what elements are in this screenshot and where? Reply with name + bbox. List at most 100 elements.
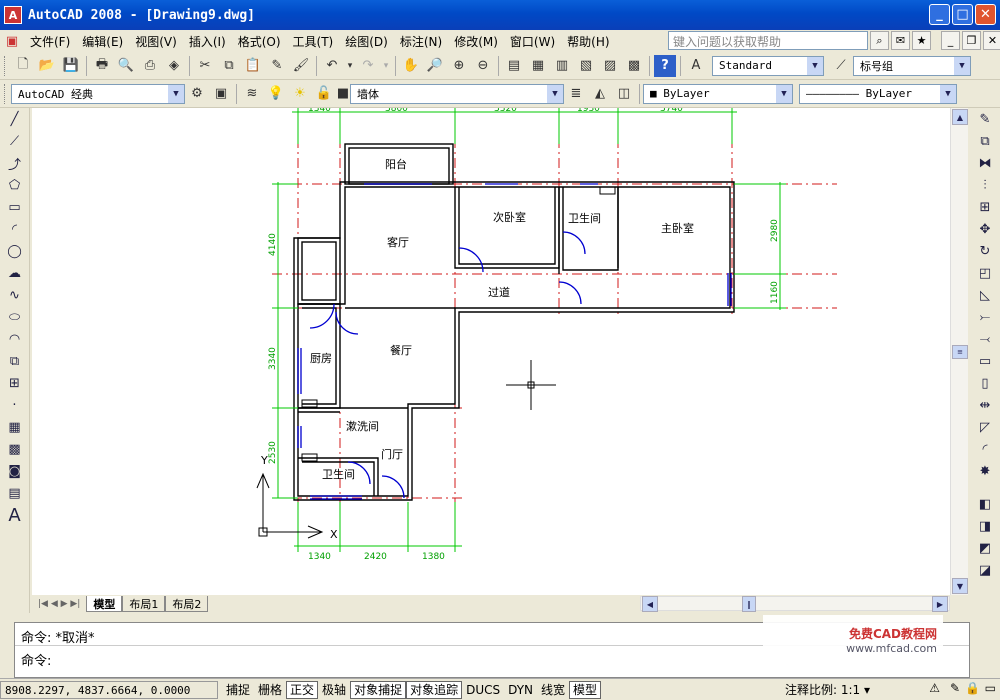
text-style-icon[interactable]: A [685, 55, 707, 77]
table-icon[interactable]: ▤ [4, 483, 26, 503]
minimize-button[interactable]: _ [929, 4, 950, 25]
menu-edit[interactable]: 编辑(E) [76, 33, 129, 50]
scroll-thumb[interactable]: ≡ [952, 345, 968, 359]
open-file-icon[interactable]: 📂 [36, 55, 58, 77]
array-icon[interactable]: ⊞ [974, 197, 996, 217]
scroll-up-icon[interactable]: ▲ [952, 109, 968, 125]
extend-icon[interactable]: ⤙ [974, 329, 996, 349]
construction-line-icon[interactable]: ⟋ [4, 131, 26, 151]
save-icon[interactable]: 💾 [60, 55, 82, 77]
auto-scale-icon[interactable]: ✎ [950, 681, 960, 695]
scroll-right-icon[interactable]: ▶ [932, 596, 948, 612]
tab-layout2[interactable]: 布局2 [165, 596, 209, 612]
layer-manager-icon[interactable]: ≋ [241, 83, 263, 105]
ellipse-icon[interactable]: ⬭ [4, 307, 26, 327]
new-file-icon[interactable]: 🗋 [12, 55, 34, 77]
my-workspace-icon[interactable]: ▣ [210, 83, 232, 105]
lock-icon[interactable]: 🔒 [965, 681, 980, 695]
insert-block-icon[interactable]: ⧉ [4, 351, 26, 371]
rotate-icon[interactable]: ↻ [974, 241, 996, 261]
hatch-icon[interactable]: ▦ [4, 417, 26, 437]
copy-object-icon[interactable]: ⧉ [974, 131, 996, 151]
scroll-left-icon[interactable]: ◀ [642, 596, 658, 612]
doc-minimize-button[interactable]: _ [941, 31, 960, 50]
layer-select[interactable]: 墙体 ▼ [350, 83, 564, 104]
tool-palettes-icon[interactable]: ▥ [551, 55, 573, 77]
drawing-area[interactable]: 阳台 客厅 次卧室 卫生间 主卧室 过道 厨房 餐厅 漱洗间 门厅 卫生间 13… [32, 108, 950, 595]
rectangle-icon[interactable]: ▭ [4, 197, 26, 217]
ellipse-arc-icon[interactable]: ◠ [4, 329, 26, 349]
vertical-scrollbar[interactable]: ▲ ≡ ▼ [950, 108, 968, 595]
cut-icon[interactable]: ✂ [194, 55, 216, 77]
scale-icon[interactable]: ◰ [974, 263, 996, 283]
osnap-toggle[interactable]: 对象捕捉 [350, 680, 407, 699]
print-preview-icon[interactable]: 🔍 [115, 55, 137, 77]
linetype-select[interactable]: ———————— ByLayer ▼ [799, 83, 957, 104]
polar-toggle[interactable]: 极轴 [318, 681, 350, 699]
menu-modify[interactable]: 修改(M) [448, 33, 504, 50]
circle-icon[interactable]: ◯ [4, 241, 26, 261]
stretch-icon[interactable]: ◺ [974, 285, 996, 305]
copy-icon[interactable]: ⧉ [218, 55, 240, 77]
menu-window[interactable]: 窗口(W) [504, 33, 561, 50]
communication-icon[interactable]: ✉ [891, 31, 910, 50]
menu-insert[interactable]: 插入(I) [183, 33, 232, 50]
ortho-toggle[interactable]: 正交 [286, 680, 319, 699]
region-icon[interactable]: ◙ [4, 461, 26, 481]
paste-icon[interactable]: 📋 [242, 55, 264, 77]
redo-dropdown-icon[interactable]: ▾ [381, 55, 391, 77]
maximize-button[interactable]: □ [952, 4, 973, 25]
line-icon[interactable]: ╱ [4, 109, 26, 129]
menu-format[interactable]: 格式(O) [232, 33, 287, 50]
menu-view[interactable]: 视图(V) [129, 33, 183, 50]
spline-icon[interactable]: ∿ [4, 285, 26, 305]
text-style-select[interactable]: Standard ▼ [712, 55, 824, 76]
workspace-settings-icon[interactable]: ⚙ [186, 83, 208, 105]
print-icon[interactable]: 🖶 [91, 55, 113, 77]
menu-dimension[interactable]: 标注(N) [394, 33, 448, 50]
draworder-above-icon[interactable]: ◩ [974, 538, 996, 558]
ducs-toggle[interactable]: DUCS [462, 681, 504, 699]
menu-draw[interactable]: 绘图(D) [339, 33, 394, 50]
break-at-point-icon[interactable]: ▭ [974, 351, 996, 371]
chamfer-icon[interactable]: ◸ [974, 417, 996, 437]
match-properties-icon[interactable]: ✎ [266, 55, 288, 77]
annotation-scale[interactable]: 注释比例: 1:1 ▾ [785, 681, 870, 698]
tab-model[interactable]: 模型 [86, 596, 123, 612]
markup-icon[interactable]: ▨ [599, 55, 621, 77]
draworder-under-icon[interactable]: ◪ [974, 560, 996, 580]
revision-cloud-icon[interactable]: ☁ [4, 263, 26, 283]
tab-layout1[interactable]: 布局1 [122, 596, 166, 612]
clean-screen-icon[interactable]: ▭ [985, 681, 996, 695]
make-object-layer-current-icon[interactable]: ≣ [565, 83, 587, 105]
zoom-previous-icon[interactable]: ⊖ [472, 55, 494, 77]
dim-style-select[interactable]: 标号组 ▼ [853, 55, 971, 76]
layer-previous-icon[interactable]: ◭ [589, 83, 611, 105]
hscroll-thumb[interactable]: ‖ [742, 596, 756, 612]
help-icon[interactable]: ? [654, 54, 676, 77]
erase-icon[interactable]: ✎ [974, 109, 996, 129]
block-editor-icon[interactable]: 🖌 [290, 55, 312, 77]
pan-icon[interactable]: ✋ [400, 55, 422, 77]
color-select[interactable]: ■ ByLayer ▼ [643, 83, 793, 104]
favorites-icon[interactable]: ★ [912, 31, 931, 50]
doc-restore-button[interactable]: ❐ [962, 31, 981, 50]
calculator-icon[interactable]: ▩ [623, 55, 645, 77]
model-toggle[interactable]: 模型 [569, 680, 602, 699]
otrack-toggle[interactable]: 对象追踪 [406, 680, 463, 699]
search-icon[interactable]: ⌕ [870, 31, 889, 50]
gradient-icon[interactable]: ▩ [4, 439, 26, 459]
fillet-icon[interactable]: ◜ [974, 439, 996, 459]
publish-icon[interactable]: ⎙ [139, 55, 161, 77]
trim-icon[interactable]: ⤚ [974, 307, 996, 327]
menu-file[interactable]: 文件(F) [24, 33, 76, 50]
explode-icon[interactable]: ✸ [974, 461, 996, 481]
point-icon[interactable]: · [4, 395, 26, 415]
draworder-front-icon[interactable]: ◧ [974, 494, 996, 514]
offset-icon[interactable]: ⫶ [974, 175, 996, 195]
polyline-icon[interactable]: ⤴ [4, 153, 26, 173]
lineweight-toggle[interactable]: 线宽 [537, 681, 569, 699]
undo-icon[interactable]: ↶ [321, 55, 343, 77]
undo-dropdown-icon[interactable]: ▾ [345, 55, 355, 77]
document-icon[interactable]: ▣ [1, 30, 23, 52]
